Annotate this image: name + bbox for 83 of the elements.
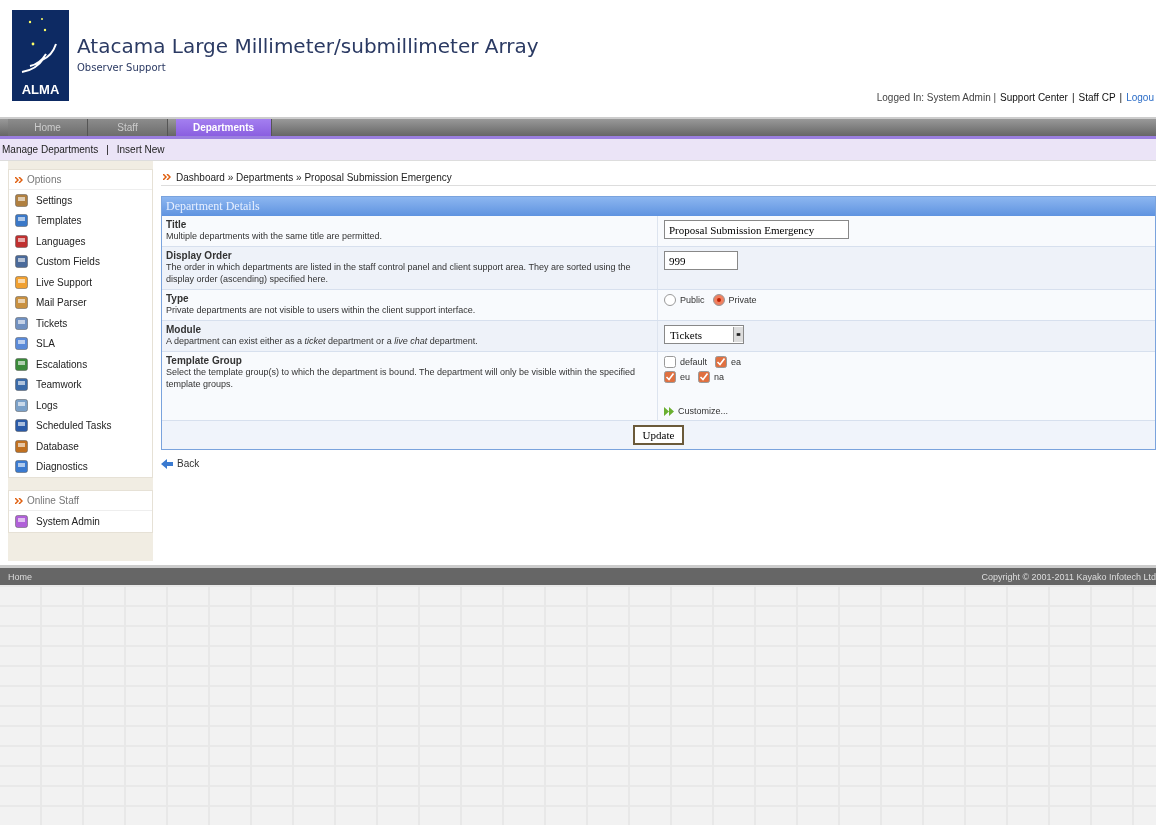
sidebar-item[interactable]: Mail Parser [9,292,152,313]
separator: | [106,144,109,155]
field-label: Title [166,219,188,230]
separator: | [1071,92,1075,103]
checkbox-label: na [714,372,725,382]
sidebar-item[interactable]: Logs [9,395,152,416]
sidebar-item[interactable]: Teamwork [9,374,152,395]
tile-icon [15,514,28,528]
sidebar-item[interactable]: Tickets [9,313,152,334]
back-link[interactable]: Back [161,458,1156,469]
breadcrumb: Dashboard » Departments » Proposal Submission Emergency [176,171,452,183]
tile-icon [15,234,28,248]
tile-icon [15,378,28,392]
sidebar-item[interactable]: Live Support [9,272,152,293]
site-subtitle: Observer Support [77,62,167,73]
tile-icon [15,214,28,228]
logo-text: ALMA [21,82,60,97]
field-description: Private departments are not visible to users within the client support interface. [166,304,477,316]
double-arrow-icon [664,406,675,416]
radio-label: Private [728,295,757,305]
sidebar-item[interactable]: Database [9,436,152,457]
subnav-link[interactable]: Insert New [116,144,165,155]
sidebar-item[interactable]: SLA [9,333,152,354]
tile-icon [15,316,28,330]
checkbox[interactable] [664,356,676,368]
site-title: Atacama Large Millimeter/submillimeter Array [77,34,539,58]
checkbox-label: ea [731,357,742,367]
field-description: Multiple departments with the same title are permitted. [166,230,384,242]
sidebar-item[interactable]: Languages [9,231,152,252]
tile-icon [15,357,28,371]
tile-icon [15,296,28,310]
panel-title: Options [27,174,62,185]
copyright-text: Copyright © 2001-2011 Kayako Infotech Ltd [981,571,1156,582]
checkbox[interactable] [715,356,728,368]
radio-button[interactable] [664,294,676,306]
field-description: Select the template group(s) to which the department is bound. The department will only be visible within the specified template groups. [166,366,637,390]
separator: | [1119,92,1123,103]
panel-title: Department Details [166,199,260,214]
sidebar-item[interactable]: Settings [9,190,152,211]
nav-tab[interactable]: Departments [176,119,272,136]
sidebar-item[interactable]: Custom Fields [9,251,152,272]
caret-icon [733,327,743,342]
update-button[interactable]: Update [632,425,685,445]
sidebar-item[interactable]: Diagnostics [9,456,152,477]
sidebar-item[interactable]: Templates [9,210,152,231]
panel-title: Online Staff [27,495,80,506]
checkbox[interactable] [664,371,676,383]
header-link[interactable]: Logou [1126,92,1154,103]
tile-icon [15,193,28,207]
chevron-icon [163,174,171,180]
radio-button[interactable] [712,294,725,306]
checkbox[interactable] [698,371,710,383]
logged-in-text: Logged In: System Admin | [876,92,997,103]
subnav-link[interactable]: Manage Departments [2,144,99,155]
field-label: Template Group [166,355,243,366]
staff-item[interactable]: System Admin [9,511,152,532]
module-select[interactable]: Tickets [664,325,744,344]
header-link[interactable]: Support Center [1000,92,1068,103]
chevron-icon [15,176,23,183]
tile-icon [15,337,28,351]
tile-icon [15,419,28,433]
checkbox-label: eu [680,372,690,382]
footer-home-link[interactable]: Home [8,571,32,582]
customize-link[interactable]: Customize... [664,406,1149,416]
sidebar-item[interactable]: Escalations [9,354,152,375]
field-description: A department can exist either as a ticket department or a live chat department. [166,335,479,347]
field-label: Module [166,324,202,335]
header-link[interactable]: Staff CP [1078,92,1116,103]
order-field[interactable]: 999 [664,251,738,270]
radio-label: Public [680,295,705,305]
tile-icon [15,460,28,474]
field-description: The order in which departments are listed in the staff control panel and client support area. They are sorted using the display order (ascending) specified here. [166,261,632,285]
tile-icon [15,398,28,412]
field-label: Display Order [166,250,233,261]
sidebar-item[interactable]: Scheduled Tasks [9,415,152,436]
chevron-icon [15,497,23,504]
title-field[interactable]: Proposal Submission Emergency [664,220,849,239]
field-label: Type [166,293,190,304]
checkbox-label: default [680,357,708,367]
tile-icon [15,439,28,453]
tile-icon [15,275,28,289]
tile-icon [15,255,28,269]
left-arrow-icon [161,458,173,469]
